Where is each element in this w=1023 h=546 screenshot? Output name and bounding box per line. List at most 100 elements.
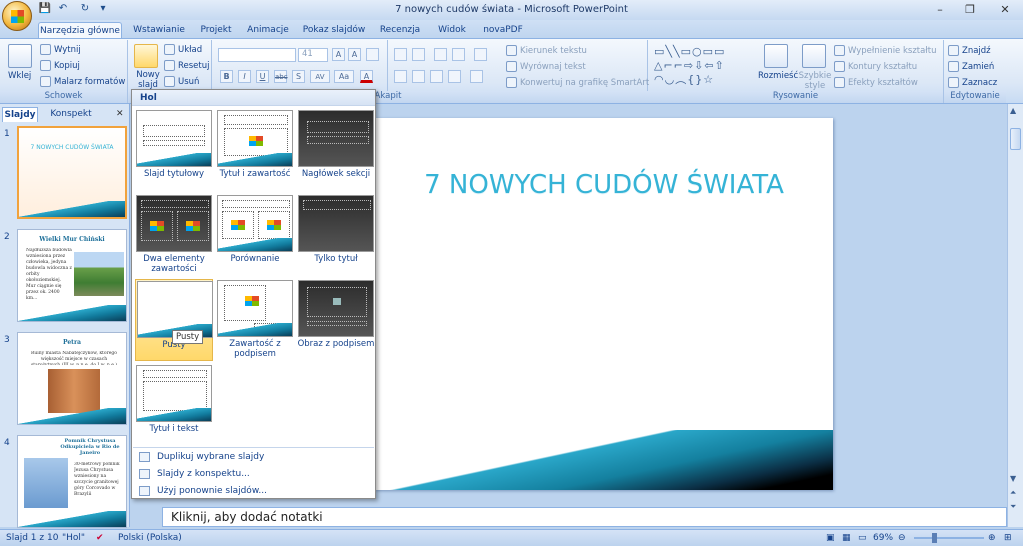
tab-review[interactable]: Recenzja xyxy=(376,22,424,38)
shapes-gallery[interactable]: ▭╲╲▭○▭▭ △⌐⌐⇨⇩⇦⇧ ◠◡︵{}☆ xyxy=(654,45,752,89)
arrange-button[interactable]: Rozmieść xyxy=(758,71,798,81)
replace-button[interactable]: Zamień xyxy=(948,61,994,72)
fit-window-icon[interactable]: ⊞ xyxy=(1004,533,1012,543)
language-indicator[interactable]: Polski (Polska) xyxy=(118,533,182,543)
reset-button[interactable]: Resetuj xyxy=(164,60,210,71)
scroll-up-icon[interactable]: ▲ xyxy=(1010,106,1016,115)
font-name-combo[interactable] xyxy=(218,48,296,62)
align-left-button[interactable] xyxy=(394,70,407,83)
tab-slides[interactable]: Slajdy xyxy=(2,107,38,122)
zoom-slider-thumb[interactable] xyxy=(932,533,937,543)
layout-comparison[interactable]: Porównanie xyxy=(216,194,294,278)
find-button[interactable]: Znajdź xyxy=(948,45,991,56)
bold-button[interactable]: B xyxy=(220,70,233,83)
format-painter-button[interactable]: Malarz formatów xyxy=(40,76,125,87)
zoom-out-icon[interactable]: ⊖ xyxy=(898,533,906,543)
current-slide[interactable]: 7 NOWYCH CUDÓW ŚWIATA xyxy=(375,118,833,490)
shrink-font-button[interactable]: A xyxy=(348,48,361,61)
layout-content-caption[interactable]: Zawartość z podpisem xyxy=(216,279,294,363)
layout-two-content[interactable]: Dwa elementy zawartości xyxy=(135,194,213,278)
cut-button[interactable]: Wytnij xyxy=(40,44,81,55)
tab-design[interactable]: Projekt xyxy=(196,22,236,38)
tab-home[interactable]: Narzędzia główne xyxy=(38,22,122,38)
slide-title[interactable]: 7 NOWYCH CUDÓW ŚWIATA xyxy=(375,170,833,200)
tab-novapdf[interactable]: novaPDF xyxy=(480,22,526,38)
sorter-view-icon[interactable]: ▦ xyxy=(842,533,851,543)
zoom-in-icon[interactable]: ⊕ xyxy=(988,533,996,543)
close-pane-icon[interactable]: ✕ xyxy=(116,109,124,119)
layout-section-header[interactable]: Nagłówek sekcji xyxy=(297,109,375,193)
redo-icon[interactable]: ↻ xyxy=(78,3,92,17)
justify-button[interactable] xyxy=(448,70,461,83)
minimize-button[interactable]: – xyxy=(926,1,954,19)
shape-fill-button[interactable]: Wypełnienie kształtu xyxy=(834,45,936,56)
tab-outline[interactable]: Konspekt xyxy=(42,107,100,122)
vertical-scrollbar[interactable]: ▲ ▼ ⏶ ⏷ xyxy=(1007,104,1023,527)
align-right-button[interactable] xyxy=(430,70,443,83)
office-button[interactable] xyxy=(2,1,32,31)
layout-title-slide[interactable]: Slajd tytułowy xyxy=(135,109,213,193)
slide-thumbnail[interactable]: 7 NOWYCH CUDÓW ŚWIATA xyxy=(17,126,127,219)
tab-insert[interactable]: Wstawianie xyxy=(128,22,190,38)
scroll-down-icon[interactable]: ▼ xyxy=(1010,474,1016,483)
normal-view-icon[interactable]: ▣ xyxy=(826,533,835,543)
reuse-slides-item[interactable]: Użyj ponownie slajdów... xyxy=(133,483,374,499)
slideshow-view-icon[interactable]: ▭ xyxy=(858,533,867,543)
columns-button[interactable] xyxy=(470,70,483,83)
delete-button[interactable]: Usuń xyxy=(164,76,199,87)
spellcheck-icon[interactable]: ✔ xyxy=(96,533,104,543)
tab-slideshow[interactable]: Pokaz slajdów xyxy=(300,22,368,38)
numbering-button[interactable] xyxy=(412,48,425,61)
save-icon[interactable]: 💾 xyxy=(38,3,52,17)
shape-outline-button[interactable]: Kontury kształtu xyxy=(834,61,917,72)
scroll-thumb[interactable] xyxy=(1010,128,1021,150)
layout-title-only[interactable]: Tylko tytuł xyxy=(297,194,375,278)
select-button[interactable]: Zaznacz xyxy=(948,77,997,88)
tab-view[interactable]: Widok xyxy=(432,22,472,38)
close-button[interactable]: ✕ xyxy=(990,1,1020,19)
notes-pane[interactable]: Kliknij, aby dodać notatki xyxy=(162,507,1007,527)
layout-blank[interactable]: Pusty xyxy=(135,279,213,361)
smartart-button[interactable]: Konwertuj na grafikę SmartArt xyxy=(506,77,649,88)
char-spacing-button[interactable]: AV xyxy=(310,70,330,83)
copy-button[interactable]: Kopiuj xyxy=(40,60,80,71)
change-case-button[interactable]: Aa xyxy=(334,70,354,83)
clear-format-button[interactable] xyxy=(366,48,379,61)
slide-thumbnail[interactable]: Petra Ruiny miasta Nabatejczyków, któreg… xyxy=(17,332,127,425)
font-color-button[interactable]: A xyxy=(360,70,373,83)
group-editing: Znajdź Zamień Zaznacz Edytowanie xyxy=(944,40,1006,103)
slides-from-outline-item[interactable]: Slajdy z konspektu... xyxy=(133,466,374,482)
align-center-button[interactable] xyxy=(412,70,425,83)
duplicate-slides-item[interactable]: Duplikuj wybrane slajdy xyxy=(133,449,374,465)
qat-more-icon[interactable]: ▾ xyxy=(96,3,110,17)
tab-animations[interactable]: Animacje xyxy=(244,22,292,38)
paste-button[interactable]: Wklej xyxy=(8,71,31,81)
layout-picture-caption[interactable]: Obraz z podpisem xyxy=(297,279,375,363)
line-spacing-button[interactable] xyxy=(474,48,487,61)
layout-button[interactable]: Układ xyxy=(164,44,202,55)
text-direction-button[interactable]: Kierunek tekstu xyxy=(506,45,587,56)
font-size-combo[interactable]: 41 xyxy=(298,48,328,62)
strikethrough-button[interactable]: abc xyxy=(274,70,288,83)
zoom-level[interactable]: 69% xyxy=(873,533,893,543)
align-text-button[interactable]: Wyrównaj tekst xyxy=(506,61,586,72)
shape-effects-button[interactable]: Efekty kształtów xyxy=(834,77,918,88)
new-slide-button[interactable]: Nowy slajd xyxy=(132,70,164,90)
next-slide-icon[interactable]: ⏷ xyxy=(1010,502,1016,512)
slide-thumbnail[interactable]: Pomnik Chrystusa Odkupiciela w Rio de Ja… xyxy=(17,435,127,528)
shadow-button[interactable]: S xyxy=(292,70,305,83)
decrease-indent-button[interactable] xyxy=(434,48,447,61)
layout-title-content[interactable]: Tytuł i zawartość xyxy=(216,109,294,193)
grow-font-button[interactable]: A xyxy=(332,48,345,61)
quick-styles-button[interactable]: Szybkie style xyxy=(798,71,832,91)
zoom-slider[interactable] xyxy=(914,537,984,539)
increase-indent-button[interactable] xyxy=(452,48,465,61)
italic-button[interactable]: I xyxy=(238,70,251,83)
bullets-button[interactable] xyxy=(394,48,407,61)
restore-button[interactable]: ❐ xyxy=(956,1,984,19)
undo-icon[interactable]: ↶ xyxy=(56,3,70,17)
prev-slide-icon[interactable]: ⏶ xyxy=(1010,488,1016,498)
underline-button[interactable]: U xyxy=(256,70,269,83)
layout-title-text[interactable]: Tytuł i tekst xyxy=(135,364,213,448)
slide-thumbnail[interactable]: Wielki Mur Chiński Najdłuższa budowla wz… xyxy=(17,229,127,322)
